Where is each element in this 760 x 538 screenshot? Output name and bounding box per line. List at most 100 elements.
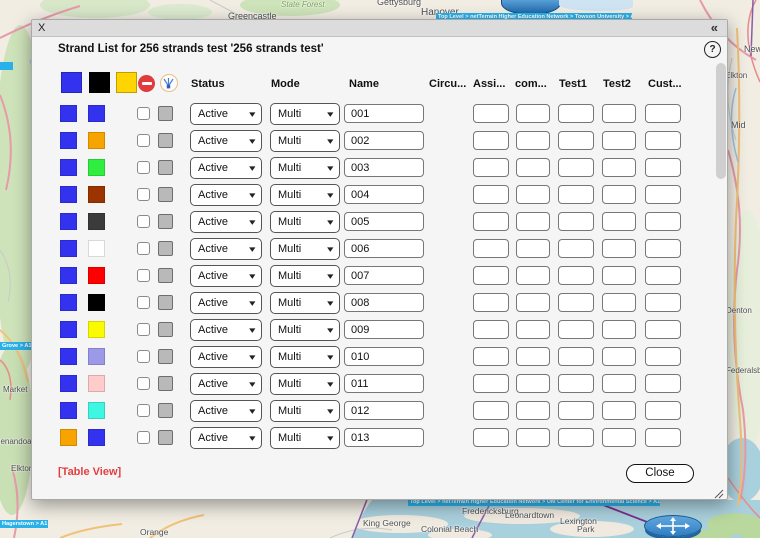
map-node-router[interactable] bbox=[644, 515, 702, 537]
extra-field-input[interactable] bbox=[645, 104, 681, 123]
extra-field-input[interactable] bbox=[602, 374, 636, 393]
extra-field-input[interactable] bbox=[558, 266, 594, 285]
extra-field-input[interactable] bbox=[473, 374, 509, 393]
row-checkbox[interactable] bbox=[137, 431, 150, 444]
extra-field-input[interactable] bbox=[473, 158, 509, 177]
row-checkbox[interactable] bbox=[137, 188, 150, 201]
status-select[interactable]: Active ▾ bbox=[190, 427, 262, 449]
row-checkbox[interactable] bbox=[137, 161, 150, 174]
extra-field-input[interactable] bbox=[516, 347, 550, 366]
mode-select[interactable]: Multi ▾ bbox=[270, 400, 340, 422]
row-checkbox[interactable] bbox=[137, 269, 150, 282]
color-picker-button[interactable] bbox=[158, 376, 173, 391]
extra-field-input[interactable] bbox=[516, 185, 550, 204]
close-x-icon[interactable]: X bbox=[38, 22, 45, 34]
strand-name-input[interactable] bbox=[344, 239, 424, 258]
row-checkbox[interactable] bbox=[137, 323, 150, 336]
extra-field-input[interactable] bbox=[645, 239, 681, 258]
collapse-icon[interactable]: « bbox=[711, 20, 718, 35]
extra-field-input[interactable] bbox=[602, 185, 636, 204]
status-select[interactable]: Active ▾ bbox=[190, 184, 262, 206]
mode-select[interactable]: Multi ▾ bbox=[270, 427, 340, 449]
color-picker-button[interactable] bbox=[158, 241, 173, 256]
status-select[interactable]: Active ▾ bbox=[190, 103, 262, 125]
extra-field-input[interactable] bbox=[645, 131, 681, 150]
extra-field-input[interactable] bbox=[558, 212, 594, 231]
extra-field-input[interactable] bbox=[516, 239, 550, 258]
extra-field-input[interactable] bbox=[473, 293, 509, 312]
status-select[interactable]: Active ▾ bbox=[190, 373, 262, 395]
mode-select[interactable]: Multi ▾ bbox=[270, 211, 340, 233]
strand-name-input[interactable] bbox=[344, 131, 424, 150]
extra-field-input[interactable] bbox=[602, 266, 636, 285]
extra-field-input[interactable] bbox=[558, 401, 594, 420]
resize-handle-icon[interactable] bbox=[714, 486, 724, 496]
mode-select[interactable]: Multi ▾ bbox=[270, 130, 340, 152]
mode-select[interactable]: Multi ▾ bbox=[270, 292, 340, 314]
close-button[interactable]: Close bbox=[626, 464, 694, 483]
extra-field-input[interactable] bbox=[602, 347, 636, 366]
mode-select[interactable]: Multi ▾ bbox=[270, 373, 340, 395]
color-picker-button[interactable] bbox=[158, 106, 173, 121]
row-checkbox[interactable] bbox=[137, 134, 150, 147]
extra-field-input[interactable] bbox=[645, 320, 681, 339]
map-breadcrumb-banner[interactable] bbox=[0, 62, 13, 70]
mode-select[interactable]: Multi ▾ bbox=[270, 184, 340, 206]
extra-field-input[interactable] bbox=[516, 428, 550, 447]
extra-field-input[interactable] bbox=[473, 104, 509, 123]
extra-field-input[interactable] bbox=[558, 239, 594, 258]
extra-field-input[interactable] bbox=[558, 104, 594, 123]
extra-field-input[interactable] bbox=[645, 185, 681, 204]
map-breadcrumb-banner[interactable]: Hagerstown > A1 bbox=[0, 520, 48, 528]
extra-field-input[interactable] bbox=[516, 212, 550, 231]
legend-swatch[interactable] bbox=[116, 72, 137, 93]
extra-field-input[interactable] bbox=[516, 131, 550, 150]
extra-field-input[interactable] bbox=[473, 266, 509, 285]
extra-field-input[interactable] bbox=[645, 266, 681, 285]
strand-name-input[interactable] bbox=[344, 401, 424, 420]
color-picker-button[interactable] bbox=[158, 322, 173, 337]
extra-field-input[interactable] bbox=[558, 131, 594, 150]
table-view-link[interactable]: [Table View] bbox=[58, 466, 121, 478]
extra-field-input[interactable] bbox=[602, 428, 636, 447]
strand-name-input[interactable] bbox=[344, 158, 424, 177]
status-select[interactable]: Active ▾ bbox=[190, 238, 262, 260]
status-select[interactable]: Active ▾ bbox=[190, 265, 262, 287]
strand-name-input[interactable] bbox=[344, 428, 424, 447]
strand-name-input[interactable] bbox=[344, 185, 424, 204]
color-picker-button[interactable] bbox=[158, 214, 173, 229]
extra-field-input[interactable] bbox=[645, 212, 681, 231]
mode-select[interactable]: Multi ▾ bbox=[270, 103, 340, 125]
extra-field-input[interactable] bbox=[516, 320, 550, 339]
splitter-icon[interactable] bbox=[160, 74, 178, 92]
extra-field-input[interactable] bbox=[602, 401, 636, 420]
strand-name-input[interactable] bbox=[344, 212, 424, 231]
legend-swatch[interactable] bbox=[89, 72, 110, 93]
extra-field-input[interactable] bbox=[602, 293, 636, 312]
status-select[interactable]: Active ▾ bbox=[190, 157, 262, 179]
row-checkbox[interactable] bbox=[137, 107, 150, 120]
strand-name-input[interactable] bbox=[344, 347, 424, 366]
legend-swatch[interactable] bbox=[61, 72, 82, 93]
color-picker-button[interactable] bbox=[158, 430, 173, 445]
extra-field-input[interactable] bbox=[558, 158, 594, 177]
extra-field-input[interactable] bbox=[602, 104, 636, 123]
extra-field-input[interactable] bbox=[516, 104, 550, 123]
status-select[interactable]: Active ▾ bbox=[190, 211, 262, 233]
extra-field-input[interactable] bbox=[558, 347, 594, 366]
extra-field-input[interactable] bbox=[602, 239, 636, 258]
extra-field-input[interactable] bbox=[516, 374, 550, 393]
color-picker-button[interactable] bbox=[158, 349, 173, 364]
strand-name-input[interactable] bbox=[344, 266, 424, 285]
status-select[interactable]: Active ▾ bbox=[190, 400, 262, 422]
mode-select[interactable]: Multi ▾ bbox=[270, 346, 340, 368]
extra-field-input[interactable] bbox=[602, 158, 636, 177]
mode-select[interactable]: Multi ▾ bbox=[270, 265, 340, 287]
status-select[interactable]: Active ▾ bbox=[190, 130, 262, 152]
color-picker-button[interactable] bbox=[158, 295, 173, 310]
mode-select[interactable]: Multi ▾ bbox=[270, 238, 340, 260]
row-checkbox[interactable] bbox=[137, 215, 150, 228]
extra-field-input[interactable] bbox=[473, 131, 509, 150]
extra-field-input[interactable] bbox=[558, 428, 594, 447]
mode-select[interactable]: Multi ▾ bbox=[270, 319, 340, 341]
